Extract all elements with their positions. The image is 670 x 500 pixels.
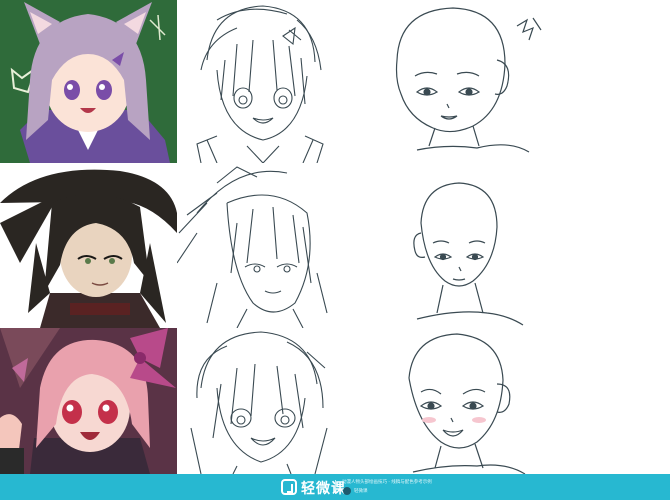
cat-ear-girl-sketch <box>177 0 337 163</box>
head-base-blushing <box>337 328 670 474</box>
footer-bar: 轻微课 动漫人物头部绘画技巧 · 线稿与配色参考示例 轻微课 <box>0 474 670 500</box>
brand-name: 轻微课 <box>301 481 346 497</box>
brand-logo-icon <box>281 479 297 495</box>
long-dark-hair-boy-illustration <box>0 163 177 328</box>
cat-ear-girl-illustration <box>0 0 177 163</box>
footer-caption: 动漫人物头部绘画技巧 · 线稿与配色参考示例 <box>342 480 432 485</box>
avatar <box>343 487 351 495</box>
footer-username: 轻微课 <box>354 489 368 494</box>
footer-divider <box>335 480 336 494</box>
head-base-three-quarter <box>337 0 670 163</box>
short-hair-girl-sketch <box>177 328 337 474</box>
head-base-front <box>337 163 670 328</box>
pink-bow-girl-illustration <box>0 328 177 474</box>
long-hair-boy-sketch <box>177 163 337 328</box>
